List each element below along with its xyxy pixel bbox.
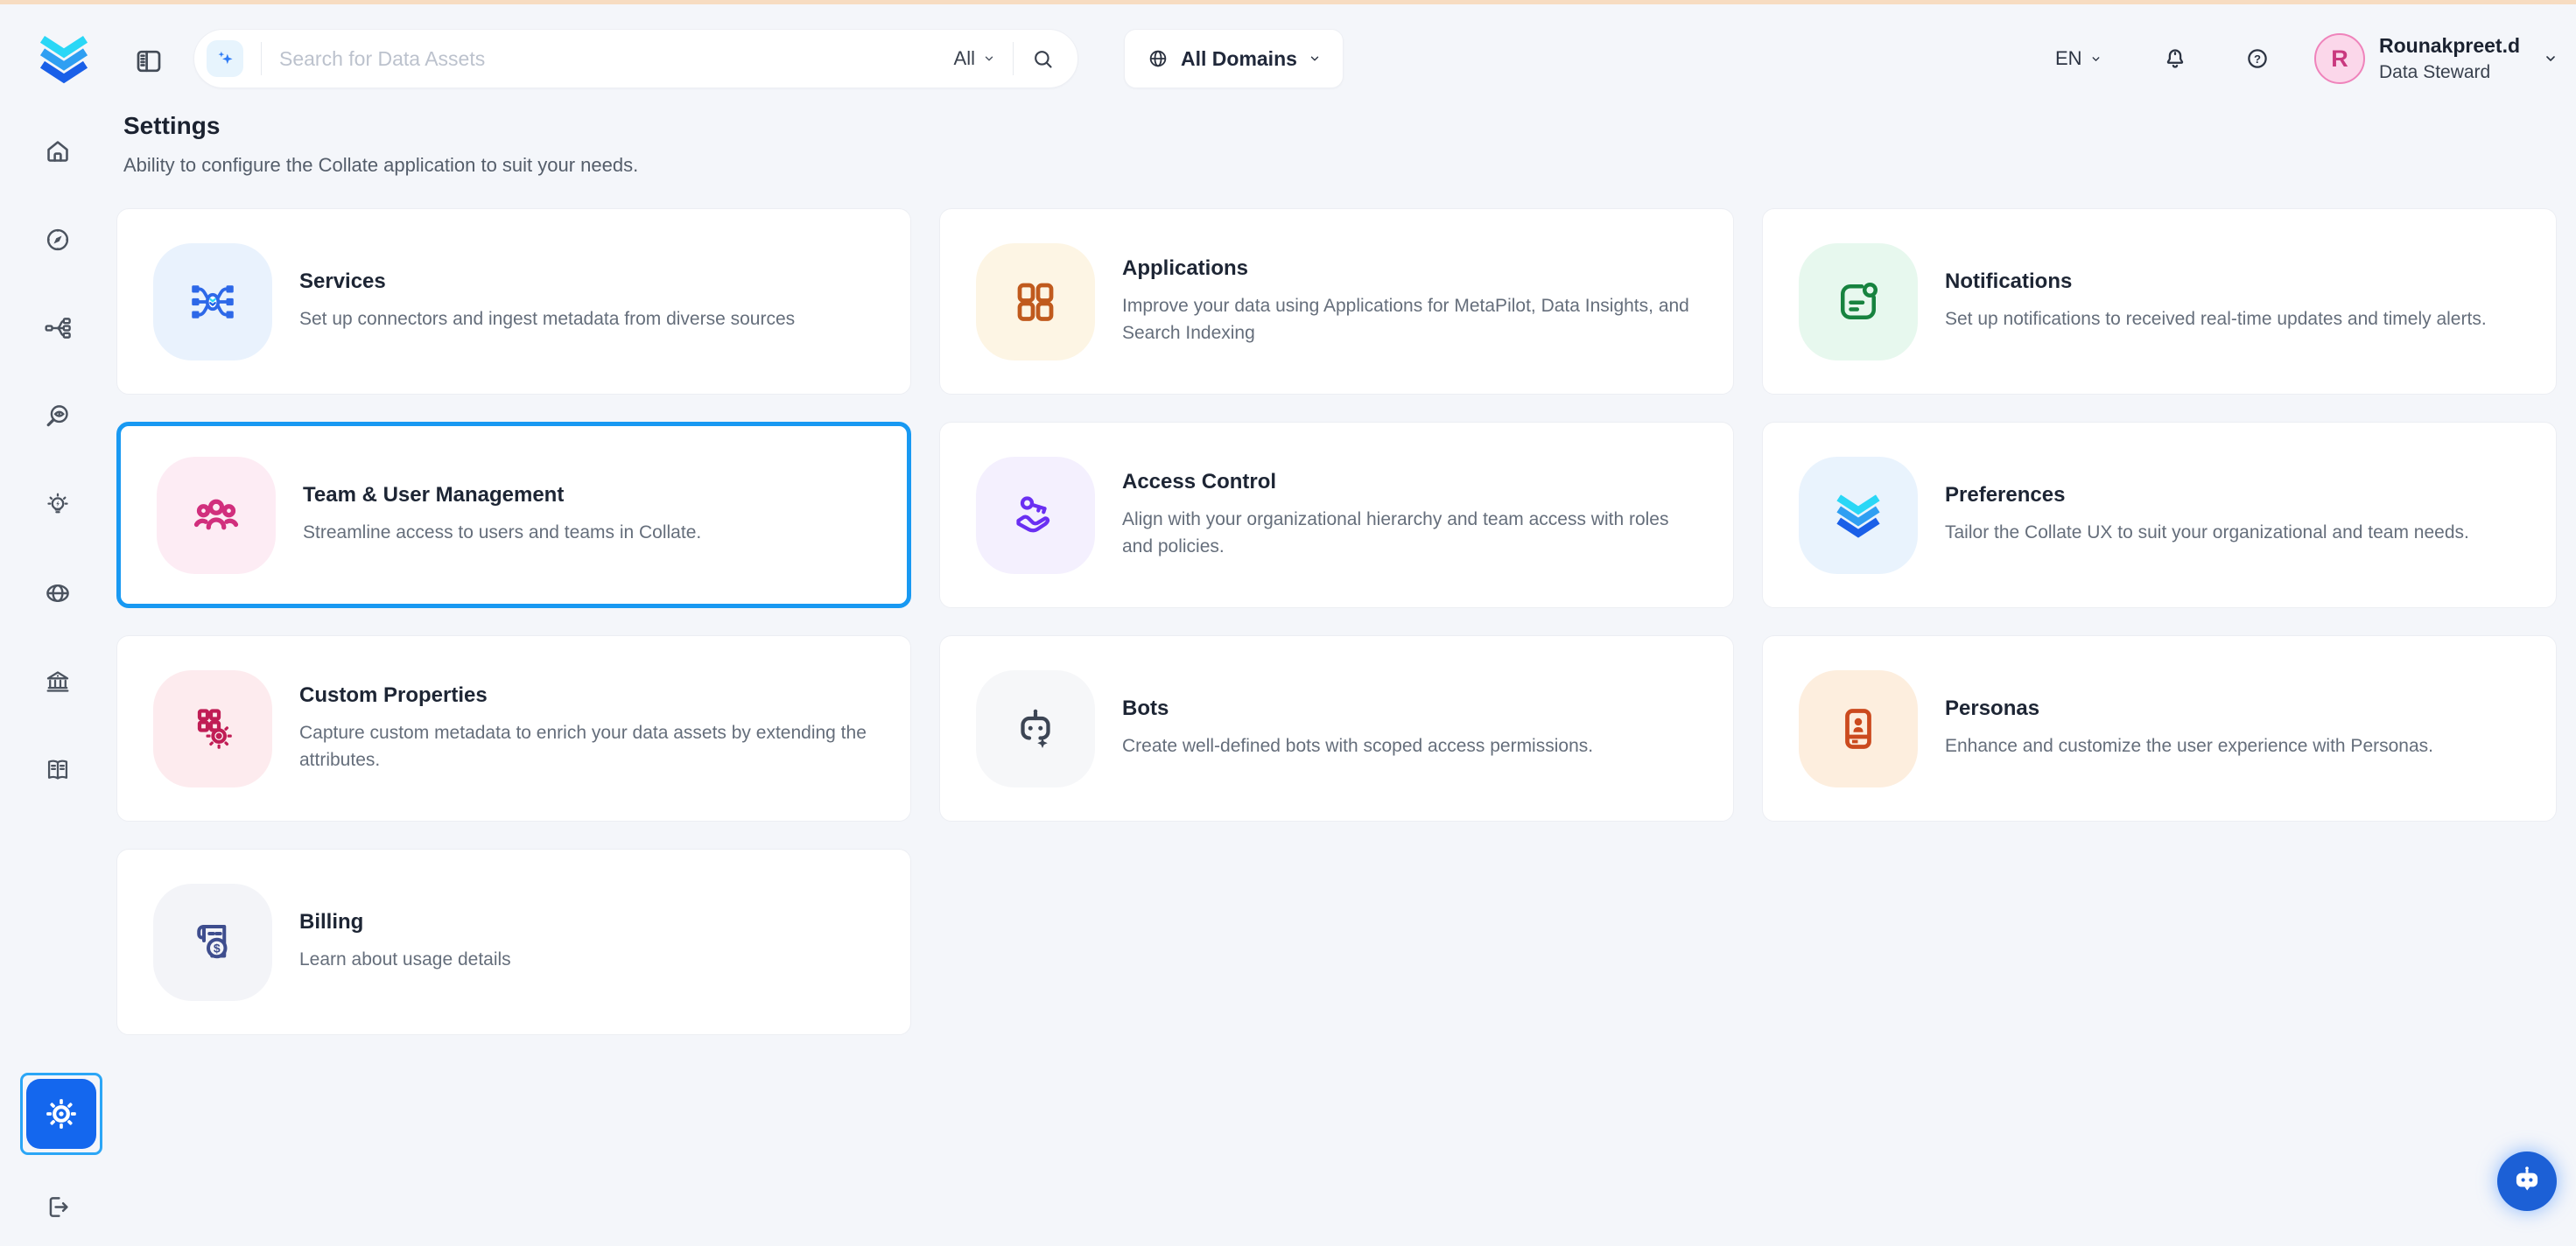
- chevron-down-icon[interactable]: [2544, 52, 2558, 66]
- sidebar-item-lineage-flow[interactable]: [43, 313, 73, 343]
- chat-assistant-button[interactable]: [2497, 1152, 2557, 1211]
- sidebar-item-glossary-book[interactable]: [43, 755, 73, 785]
- card-title: Applications: [1122, 256, 1698, 281]
- card-personas[interactable]: Personas Enhance and customize the user e…: [1762, 635, 2557, 822]
- access-key-hand-icon: [976, 457, 1095, 574]
- sidebar-item-insights-bulb[interactable]: [43, 490, 73, 520]
- top-accent-line: [0, 0, 2576, 4]
- card-description: Learn about usage details: [299, 946, 875, 974]
- settings-button[interactable]: [26, 1079, 96, 1149]
- sidebar-item-govern-bank[interactable]: [43, 667, 73, 696]
- billing-receipt-icon: $: [153, 884, 272, 1001]
- chevron-down-icon: [2090, 53, 2102, 65]
- svg-text:$: $: [214, 941, 221, 955]
- search-scope-label: All: [954, 47, 975, 70]
- sidebar-toggle-icon[interactable]: [133, 46, 165, 77]
- help-icon[interactable]: ?: [2244, 46, 2271, 72]
- user-menu[interactable]: R Rounakpreet.d Data Steward: [2314, 29, 2520, 88]
- card-title: Custom Properties: [299, 683, 875, 708]
- applications-grid-icon: [976, 243, 1095, 360]
- card-applications[interactable]: Applications Improve your data using Appl…: [939, 208, 1734, 395]
- user-role: Data Steward: [2379, 62, 2520, 83]
- gear-icon: [44, 1096, 79, 1131]
- card-title: Team & User Management: [303, 483, 872, 508]
- card-description: Capture custom metadata to enrich your d…: [299, 719, 875, 774]
- page-subtitle: Ability to configure the Collate applica…: [123, 154, 638, 177]
- custom-properties-icon: [153, 670, 272, 788]
- teams-users-icon: [157, 457, 276, 574]
- domains-dropdown[interactable]: All Domains: [1124, 29, 1344, 88]
- collate-logo: [35, 30, 93, 88]
- card-title: Access Control: [1122, 470, 1698, 494]
- card-title: Bots: [1122, 696, 1698, 721]
- sidebar-nav: [0, 136, 115, 785]
- global-search-bar[interactable]: All: [193, 29, 1078, 88]
- card-description: Improve your data using Applications for…: [1122, 292, 1698, 347]
- card-title: Preferences: [1945, 483, 2521, 508]
- robot-icon: [2508, 1162, 2546, 1200]
- bots-robot-icon: [976, 670, 1095, 788]
- card-description: Enhance and customize the user experienc…: [1945, 732, 2521, 760]
- card-team-user-management[interactable]: Team & User Management Streamline access …: [116, 422, 911, 608]
- user-name: Rounakpreet.d: [2379, 34, 2520, 58]
- card-description: Tailor the Collate UX to suit your organ…: [1945, 519, 2521, 547]
- settings-cards-grid: Services Set up connectors and ingest met…: [116, 208, 2557, 1035]
- search-scope-dropdown[interactable]: All: [954, 47, 995, 70]
- card-description: Create well-defined bots with scoped acc…: [1122, 732, 1698, 760]
- card-description: Align with your organizational hierarchy…: [1122, 506, 1698, 561]
- svg-text:?: ?: [2254, 52, 2261, 66]
- card-custom-properties[interactable]: Custom Properties Capture custom metadata…: [116, 635, 911, 822]
- card-services[interactable]: Services Set up connectors and ingest met…: [116, 208, 911, 395]
- domains-label: All Domains: [1181, 47, 1297, 71]
- card-description: Set up notifications to received real-ti…: [1945, 305, 2521, 333]
- card-description: Set up connectors and ingest metadata fr…: [299, 305, 875, 333]
- left-sidebar: [0, 116, 115, 1246]
- card-title: Billing: [299, 910, 875, 934]
- globe-icon: [1147, 47, 1169, 70]
- card-notifications[interactable]: Notifications Set up notifications to rec…: [1762, 208, 2557, 395]
- search-icon[interactable]: [1031, 47, 1055, 71]
- card-description: Streamline access to users and teams in …: [303, 519, 872, 547]
- logout-icon[interactable]: [43, 1193, 72, 1222]
- search-input[interactable]: [279, 47, 954, 71]
- divider: [261, 42, 262, 75]
- card-bots[interactable]: Bots Create well-defined bots with scoped…: [939, 635, 1734, 822]
- card-access-control[interactable]: Access Control Align with your organizati…: [939, 422, 1734, 608]
- card-preferences[interactable]: Preferences Tailor the Collate UX to suit…: [1762, 422, 2557, 608]
- sidebar-item-explore-compass[interactable]: [43, 225, 73, 255]
- card-title: Services: [299, 270, 875, 294]
- sidebar-item-domains-globe[interactable]: [43, 578, 73, 608]
- sidebar-item-home[interactable]: [43, 136, 73, 166]
- avatar[interactable]: R: [2314, 33, 2365, 84]
- language-label: EN: [2055, 47, 2082, 70]
- chevron-down-icon: [1309, 52, 1321, 65]
- language-dropdown[interactable]: EN: [2055, 29, 2102, 88]
- ai-sparkle-icon[interactable]: [207, 40, 243, 77]
- card-billing[interactable]: $ Billing Learn about usage details: [116, 849, 911, 1035]
- notifications-bell-icon[interactable]: [2162, 46, 2188, 72]
- personas-card-icon: [1799, 670, 1918, 788]
- card-title: Notifications: [1945, 270, 2521, 294]
- divider: [1013, 42, 1014, 75]
- services-connector-icon: [153, 243, 272, 360]
- chevron-down-icon: [983, 52, 995, 65]
- sidebar-item-observability[interactable]: [43, 402, 73, 431]
- page-title: Settings: [123, 112, 220, 140]
- card-title: Personas: [1945, 696, 2521, 721]
- notifications-icon: [1799, 243, 1918, 360]
- collate-logo: [1799, 457, 1918, 574]
- sidebar-item-settings[interactable]: [20, 1073, 102, 1155]
